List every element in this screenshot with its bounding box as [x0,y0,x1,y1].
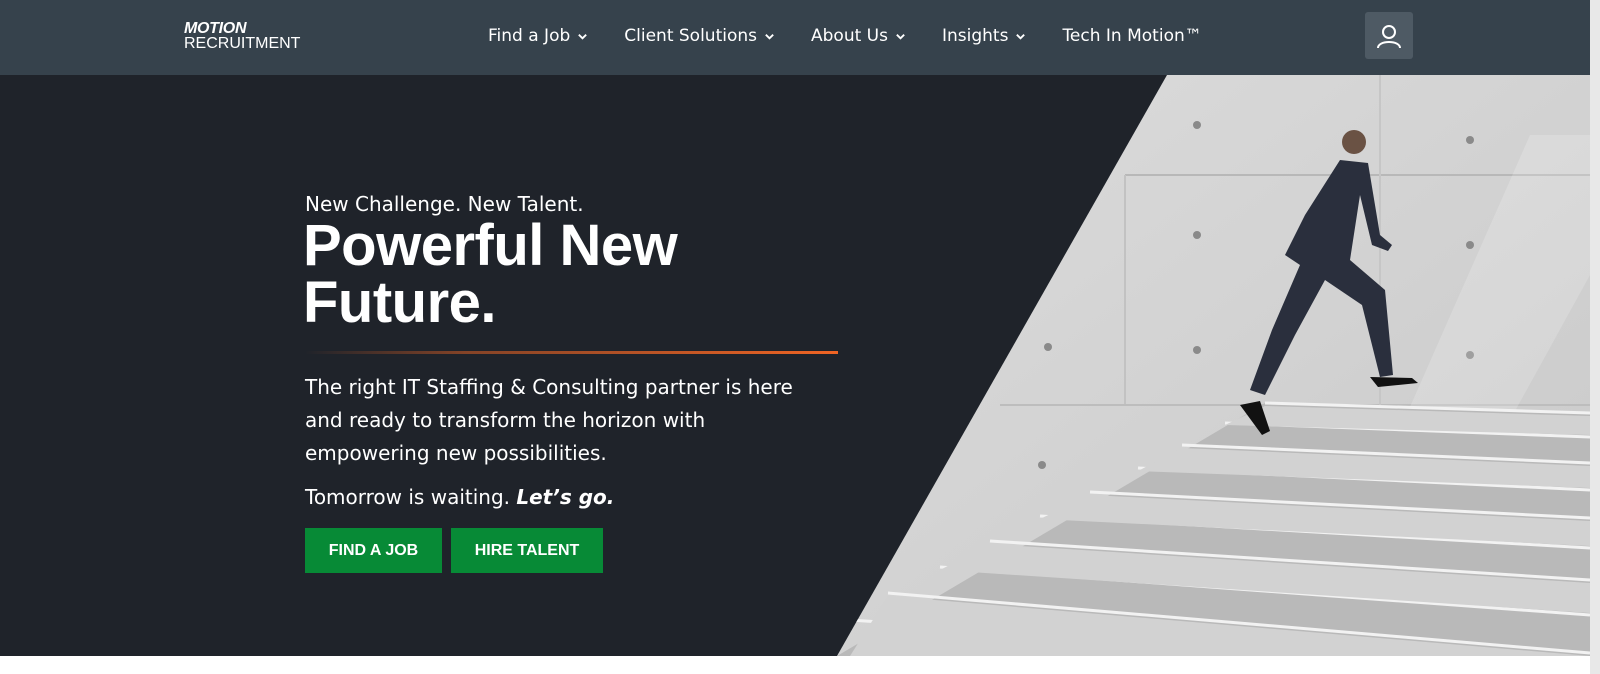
nav-insights[interactable]: Insights [942,26,1026,46]
nav-about-us[interactable]: About Us [811,26,906,46]
logo-line-1: MOTION [184,20,247,37]
site-header: MOTION RECRUITMENT Find a Job Client Sol… [0,0,1590,75]
accent-rule [305,351,838,354]
hero-tagline: Tomorrow is waiting. Let’s go. [305,485,614,509]
account-button[interactable] [1365,12,1413,59]
hero-headline: Powerful New Future. [303,213,823,335]
hero-section: New Challenge. New Talent. Powerful New … [0,75,1590,656]
nav-client-solutions[interactable]: Client Solutions [624,26,775,46]
headline-line-2: Future. [303,270,497,335]
tagline-emphasis: Let’s go. [516,485,615,509]
chevron-down-icon [578,33,588,40]
chevron-down-icon [765,33,774,40]
nav-label: Tech In Motion™ [1062,26,1202,46]
motion-recruitment-logo[interactable]: MOTION RECRUITMENT [184,20,314,52]
main-nav: Find a Job Client Solutions About Us Ins… [488,24,1238,48]
logo-line-2: RECRUITMENT [184,35,301,52]
nav-label: Client Solutions [624,26,757,46]
hero-description: The right IT Staffing & Consulting partn… [305,375,793,465]
page-scrollbar[interactable] [1590,0,1600,674]
nav-label: Insights [941,26,1009,46]
hire-talent-button[interactable]: HIRE TALENT [451,528,603,573]
hero-photo [837,75,1590,656]
headline-line-1: Powerful New [303,213,678,278]
nav-tech-in-motion[interactable]: Tech In Motion™ [1062,26,1201,46]
nav-label: Find a Job [488,26,571,46]
chevron-down-icon [1016,33,1026,40]
chevron-down-icon [896,33,905,40]
tagline-plain: Tomorrow is waiting. [305,485,511,509]
nav-label: About Us [811,26,888,46]
find-a-job-button[interactable]: FIND A JOB [305,528,442,573]
nav-find-a-job[interactable]: Find a Job [488,26,588,46]
user-icon [1377,24,1401,48]
